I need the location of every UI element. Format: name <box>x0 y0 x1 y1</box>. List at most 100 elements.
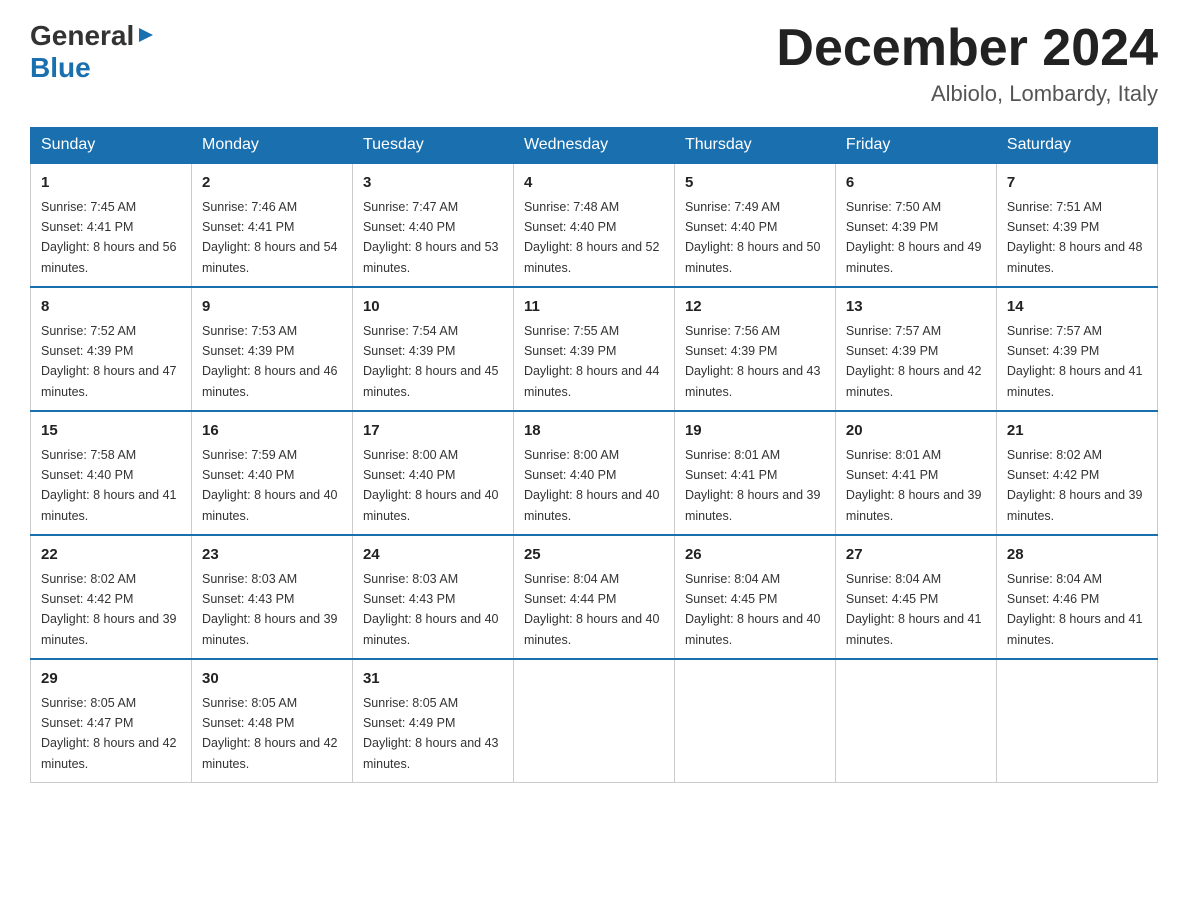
day-info: Sunrise: 7:51 AMSunset: 4:39 PMDaylight:… <box>1007 200 1143 275</box>
day-number: 6 <box>846 172 986 195</box>
day-number: 4 <box>524 172 664 195</box>
day-number: 28 <box>1007 544 1147 567</box>
calendar-cell: 1 Sunrise: 7:45 AMSunset: 4:41 PMDaylight… <box>31 163 192 287</box>
day-number: 5 <box>685 172 825 195</box>
calendar-cell: 15Sunrise: 7:58 AMSunset: 4:40 PMDayligh… <box>31 411 192 535</box>
day-number: 7 <box>1007 172 1147 195</box>
day-info: Sunrise: 7:56 AMSunset: 4:39 PMDaylight:… <box>685 324 821 399</box>
day-info: Sunrise: 8:01 AMSunset: 4:41 PMDaylight:… <box>846 448 982 523</box>
day-number: 1 <box>41 172 181 195</box>
day-number: 3 <box>363 172 503 195</box>
day-number: 24 <box>363 544 503 567</box>
calendar-cell: 14Sunrise: 7:57 AMSunset: 4:39 PMDayligh… <box>996 287 1157 411</box>
day-number: 2 <box>202 172 342 195</box>
calendar-cell: 11 Sunrise: 7:55 AMSunset: 4:39 PMDayligh… <box>513 287 674 411</box>
day-info: Sunrise: 8:05 AMSunset: 4:49 PMDaylight:… <box>363 696 499 771</box>
calendar-cell: 21Sunrise: 8:02 AMSunset: 4:42 PMDayligh… <box>996 411 1157 535</box>
calendar-cell: 17Sunrise: 8:00 AMSunset: 4:40 PMDayligh… <box>352 411 513 535</box>
day-number: 20 <box>846 420 986 443</box>
calendar-cell: 10 Sunrise: 7:54 AMSunset: 4:39 PMDayligh… <box>352 287 513 411</box>
day-number: 18 <box>524 420 664 443</box>
calendar-cell: 19Sunrise: 8:01 AMSunset: 4:41 PMDayligh… <box>674 411 835 535</box>
calendar-cell: 7 Sunrise: 7:51 AMSunset: 4:39 PMDaylight… <box>996 163 1157 287</box>
day-number: 13 <box>846 296 986 319</box>
day-number: 31 <box>363 668 503 691</box>
day-info: Sunrise: 8:04 AMSunset: 4:46 PMDaylight:… <box>1007 572 1143 647</box>
day-number: 27 <box>846 544 986 567</box>
calendar-cell: 24Sunrise: 8:03 AMSunset: 4:43 PMDayligh… <box>352 535 513 659</box>
week-row-4: 22 Sunrise: 8:02 AMSunset: 4:42 PMDayligh… <box>31 535 1158 659</box>
calendar-cell: 30 Sunrise: 8:05 AMSunset: 4:48 PMDayligh… <box>191 659 352 783</box>
calendar-cell: 3Sunrise: 7:47 AMSunset: 4:40 PMDaylight… <box>352 163 513 287</box>
day-number: 11 <box>524 296 664 319</box>
calendar-cell <box>513 659 674 783</box>
day-info: Sunrise: 8:00 AMSunset: 4:40 PMDaylight:… <box>363 448 499 523</box>
day-info: Sunrise: 8:04 AMSunset: 4:45 PMDaylight:… <box>846 572 982 647</box>
day-info: Sunrise: 8:04 AMSunset: 4:44 PMDaylight:… <box>524 572 660 647</box>
day-number: 16 <box>202 420 342 443</box>
col-tuesday: Tuesday <box>352 128 513 164</box>
calendar-subtitle: Albiolo, Lombardy, Italy <box>776 81 1158 107</box>
calendar-title: December 2024 <box>776 20 1158 77</box>
day-number: 29 <box>41 668 181 691</box>
day-number: 30 <box>202 668 342 691</box>
week-row-5: 29 Sunrise: 8:05 AMSunset: 4:47 PMDayligh… <box>31 659 1158 783</box>
calendar-cell: 20 Sunrise: 8:01 AMSunset: 4:41 PMDayligh… <box>835 411 996 535</box>
calendar-cell: 22 Sunrise: 8:02 AMSunset: 4:42 PMDayligh… <box>31 535 192 659</box>
day-info: Sunrise: 7:52 AMSunset: 4:39 PMDaylight:… <box>41 324 177 399</box>
calendar-cell: 13 Sunrise: 7:57 AMSunset: 4:39 PMDayligh… <box>835 287 996 411</box>
calendar-cell: 12 Sunrise: 7:56 AMSunset: 4:39 PMDayligh… <box>674 287 835 411</box>
day-number: 15 <box>41 420 181 443</box>
day-info: Sunrise: 8:02 AMSunset: 4:42 PMDaylight:… <box>41 572 177 647</box>
calendar-cell: 29 Sunrise: 8:05 AMSunset: 4:47 PMDayligh… <box>31 659 192 783</box>
day-number: 10 <box>363 296 503 319</box>
day-info: Sunrise: 8:05 AMSunset: 4:47 PMDaylight:… <box>41 696 177 771</box>
day-info: Sunrise: 8:05 AMSunset: 4:48 PMDaylight:… <box>202 696 338 771</box>
col-friday: Friday <box>835 128 996 164</box>
day-info: Sunrise: 7:57 AMSunset: 4:39 PMDaylight:… <box>1007 324 1143 399</box>
day-info: Sunrise: 7:48 AMSunset: 4:40 PMDaylight:… <box>524 200 660 275</box>
day-info: Sunrise: 7:49 AMSunset: 4:40 PMDaylight:… <box>685 200 821 275</box>
calendar-cell <box>996 659 1157 783</box>
day-info: Sunrise: 7:53 AMSunset: 4:39 PMDaylight:… <box>202 324 338 399</box>
calendar-table: Sunday Monday Tuesday Wednesday Thursday… <box>30 127 1158 783</box>
day-number: 22 <box>41 544 181 567</box>
day-info: Sunrise: 7:57 AMSunset: 4:39 PMDaylight:… <box>846 324 982 399</box>
calendar-cell: 6 Sunrise: 7:50 AMSunset: 4:39 PMDaylight… <box>835 163 996 287</box>
day-number: 9 <box>202 296 342 319</box>
day-number: 25 <box>524 544 664 567</box>
day-info: Sunrise: 7:45 AMSunset: 4:41 PMDaylight:… <box>41 200 177 275</box>
calendar-cell: 27 Sunrise: 8:04 AMSunset: 4:45 PMDayligh… <box>835 535 996 659</box>
week-row-3: 15Sunrise: 7:58 AMSunset: 4:40 PMDayligh… <box>31 411 1158 535</box>
calendar-cell: 5 Sunrise: 7:49 AMSunset: 4:40 PMDaylight… <box>674 163 835 287</box>
calendar-cell: 18 Sunrise: 8:00 AMSunset: 4:40 PMDayligh… <box>513 411 674 535</box>
calendar-cell: 16Sunrise: 7:59 AMSunset: 4:40 PMDayligh… <box>191 411 352 535</box>
logo: General Blue <box>30 20 155 84</box>
calendar-cell: 28 Sunrise: 8:04 AMSunset: 4:46 PMDayligh… <box>996 535 1157 659</box>
logo-general-text: General <box>30 20 134 52</box>
calendar-cell <box>674 659 835 783</box>
day-info: Sunrise: 8:04 AMSunset: 4:45 PMDaylight:… <box>685 572 821 647</box>
week-row-2: 8 Sunrise: 7:52 AMSunset: 4:39 PMDaylight… <box>31 287 1158 411</box>
week-row-1: 1 Sunrise: 7:45 AMSunset: 4:41 PMDaylight… <box>31 163 1158 287</box>
day-info: Sunrise: 7:50 AMSunset: 4:39 PMDaylight:… <box>846 200 982 275</box>
day-info: Sunrise: 8:00 AMSunset: 4:40 PMDaylight:… <box>524 448 660 523</box>
col-thursday: Thursday <box>674 128 835 164</box>
day-info: Sunrise: 7:55 AMSunset: 4:39 PMDaylight:… <box>524 324 660 399</box>
day-number: 19 <box>685 420 825 443</box>
day-info: Sunrise: 7:46 AMSunset: 4:41 PMDaylight:… <box>202 200 338 275</box>
header: General Blue December 2024 Albiolo, Lomb… <box>30 20 1158 107</box>
calendar-cell: 23Sunrise: 8:03 AMSunset: 4:43 PMDayligh… <box>191 535 352 659</box>
calendar-cell: 9 Sunrise: 7:53 AMSunset: 4:39 PMDaylight… <box>191 287 352 411</box>
day-number: 8 <box>41 296 181 319</box>
calendar-cell: 4 Sunrise: 7:48 AMSunset: 4:40 PMDaylight… <box>513 163 674 287</box>
day-number: 12 <box>685 296 825 319</box>
logo-blue-text: Blue <box>30 52 91 84</box>
logo-triangle-icon <box>137 26 155 49</box>
col-monday: Monday <box>191 128 352 164</box>
title-area: December 2024 Albiolo, Lombardy, Italy <box>776 20 1158 107</box>
day-info: Sunrise: 8:02 AMSunset: 4:42 PMDaylight:… <box>1007 448 1143 523</box>
day-info: Sunrise: 7:54 AMSunset: 4:39 PMDaylight:… <box>363 324 499 399</box>
col-sunday: Sunday <box>31 128 192 164</box>
calendar-cell <box>835 659 996 783</box>
